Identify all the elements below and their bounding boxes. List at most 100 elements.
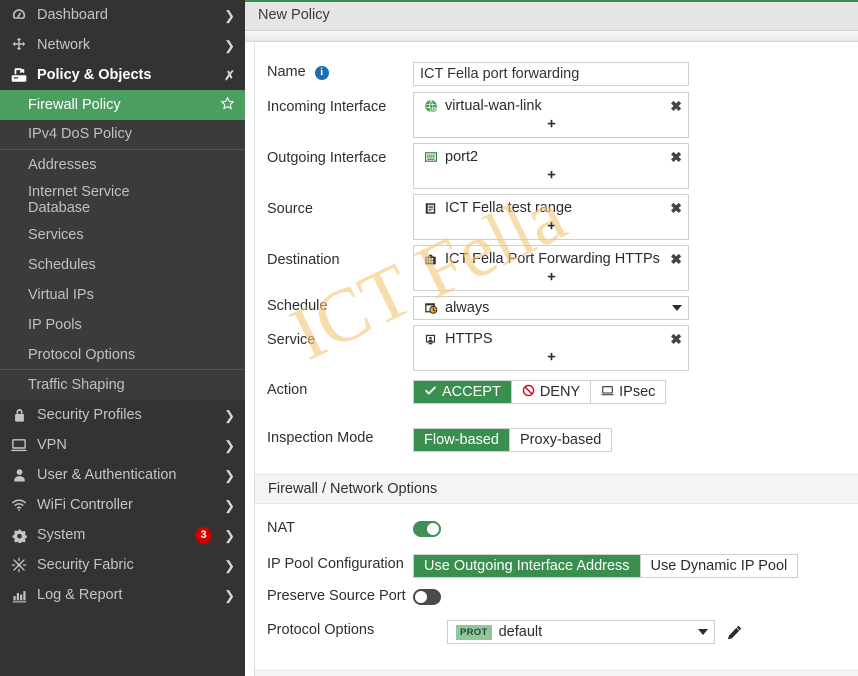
add-destination-button[interactable] xyxy=(414,270,688,290)
sidebar-item-log-report[interactable]: Log & Report ❯ xyxy=(0,580,245,610)
protocol-options-value: default xyxy=(498,624,543,640)
sidebar-item-system[interactable]: System 3 ❯ xyxy=(0,520,245,550)
schedule-dropdown[interactable]: always xyxy=(413,296,689,320)
chevron-down-icon[interactable] xyxy=(672,305,682,311)
gear-icon xyxy=(8,528,30,543)
sidebar-item-virtual-ips[interactable]: Virtual IPs xyxy=(0,280,245,311)
action-option-ipsec[interactable]: IPsec xyxy=(591,381,666,403)
protocol-options-dropdown[interactable]: PROT default xyxy=(447,620,715,644)
sidebar-item-services[interactable]: Services xyxy=(0,220,245,251)
selected-value-item: ICT Fella test range ✖ xyxy=(414,197,688,219)
source-selector[interactable]: ICT Fella test range ✖ xyxy=(413,194,689,240)
incoming-interface-selector[interactable]: virtual-wan-link ✖ xyxy=(413,92,689,138)
sidebar-item-ipv4-dos-policy[interactable]: IPv4 DoS Policy xyxy=(0,120,245,150)
name-input[interactable] xyxy=(413,62,689,86)
policy-objects-icon xyxy=(8,67,30,83)
field-row-ip-pool-configuration: IP Pool Configuration Use Outgoing Inter… xyxy=(255,554,858,578)
sidebar-item-user-authentication[interactable]: User & Authentication ❯ xyxy=(0,460,245,490)
field-row-destination: Destination ICT Fella Port Forwarding HT… xyxy=(255,245,858,291)
sidebar-item-firewall-policy[interactable]: Firewall Policy xyxy=(0,90,245,120)
field-label-name: Name i xyxy=(267,62,413,81)
page-title: New Policy xyxy=(258,7,330,23)
sidebar-item-policy-objects[interactable]: Policy & Objects ✗ xyxy=(0,60,245,90)
sidebar-item-protocol-options[interactable]: Protocol Options xyxy=(0,340,245,371)
ipsec-monitor-icon xyxy=(601,384,614,401)
inspection-mode-option-flow-based[interactable]: Flow-based xyxy=(414,429,510,451)
action-option-deny[interactable]: DENY xyxy=(511,381,592,403)
sidebar-item-internet-service-database[interactable]: Internet Service Database xyxy=(0,180,245,221)
check-icon xyxy=(424,384,437,401)
favorite-star-icon[interactable] xyxy=(220,96,235,115)
selected-value-text: virtual-wan-link xyxy=(445,98,542,114)
selected-value-text: ICT Fella Port Forwarding HTTPs xyxy=(445,251,660,267)
add-service-button[interactable] xyxy=(414,350,688,370)
field-label-nat: NAT xyxy=(267,520,295,536)
service-icon xyxy=(422,333,439,346)
sidebar: Dashboard ❯ Network ❯ Policy & Objects ✗ xyxy=(0,0,245,676)
chevron-down-icon[interactable] xyxy=(698,629,708,635)
outgoing-interface-selector[interactable]: port2 ✖ xyxy=(413,143,689,189)
chevron-right-icon: ❯ xyxy=(224,7,235,23)
security-fabric-icon xyxy=(8,557,30,573)
action-option-label: ACCEPT xyxy=(442,384,501,400)
sidebar-item-label: Virtual IPs xyxy=(28,287,94,304)
action-option-accept[interactable]: ACCEPT xyxy=(414,381,512,403)
sidebar-item-dashboard[interactable]: Dashboard ❯ xyxy=(0,0,245,30)
ip-pool-option-dynamic-ip-pool[interactable]: Use Dynamic IP Pool xyxy=(640,555,798,577)
sdwan-zone-icon xyxy=(422,99,439,113)
remove-icon[interactable]: ✖ xyxy=(665,252,682,266)
selected-value-item: HTTPS ✖ xyxy=(414,328,688,350)
sidebar-item-traffic-shaping[interactable]: Traffic Shaping xyxy=(0,370,245,401)
remove-icon[interactable]: ✖ xyxy=(665,332,682,346)
remove-icon[interactable]: ✖ xyxy=(665,150,682,164)
chevron-right-icon: ❯ xyxy=(224,497,235,513)
virtual-ip-icon xyxy=(422,253,439,266)
field-row-preserve-source-port: Preserve Source Port xyxy=(255,586,858,610)
ip-pool-option-label: Use Dynamic IP Pool xyxy=(650,558,788,574)
page-title-bar: New Policy xyxy=(245,0,858,31)
add-source-button[interactable] xyxy=(414,219,688,239)
chevron-right-icon: ❯ xyxy=(224,437,235,453)
sidebar-item-security-profiles[interactable]: Security Profiles ❯ xyxy=(0,400,245,430)
remove-icon[interactable]: ✖ xyxy=(665,201,682,215)
sidebar-item-label: Dashboard xyxy=(37,7,108,23)
preserve-source-port-toggle[interactable] xyxy=(412,589,441,605)
chevron-down-icon: ✗ xyxy=(224,67,235,83)
pencil-icon[interactable] xyxy=(726,624,743,641)
remove-icon[interactable]: ✖ xyxy=(665,99,682,113)
sidebar-item-security-fabric[interactable]: Security Fabric ❯ xyxy=(0,550,245,580)
chevron-right-icon: ❯ xyxy=(224,467,235,483)
add-incoming-interface-button[interactable] xyxy=(414,117,688,137)
service-selector[interactable]: HTTPS ✖ xyxy=(413,325,689,371)
selected-value-text: HTTPS xyxy=(445,331,493,347)
sidebar-item-schedules[interactable]: Schedules xyxy=(0,250,245,281)
fortigate-policy-screen: Dashboard ❯ Network ❯ Policy & Objects ✗ xyxy=(0,0,858,676)
chevron-right-icon: ❯ xyxy=(224,557,235,573)
field-label-protocol-options: Protocol Options xyxy=(267,622,375,638)
toolbar-strip xyxy=(245,31,858,42)
sidebar-item-network[interactable]: Network ❯ xyxy=(0,30,245,60)
ip-pool-option-outgoing-interface-address[interactable]: Use Outgoing Interface Address xyxy=(414,555,641,577)
sidebar-item-wifi-controller[interactable]: WiFi Controller ❯ xyxy=(0,490,245,520)
field-row-name: Name i xyxy=(255,62,858,86)
address-range-icon xyxy=(422,202,439,215)
info-icon[interactable]: i xyxy=(314,65,329,80)
sidebar-item-vpn[interactable]: VPN ❯ xyxy=(0,430,245,460)
inspection-mode-option-proxy-based[interactable]: Proxy-based xyxy=(509,429,612,451)
field-label-source: Source xyxy=(267,201,313,217)
field-label-ip-pool-configuration: IP Pool Configuration xyxy=(267,556,404,572)
main-panel: New Policy Name i Incoming Interface xyxy=(245,0,858,676)
action-segmented-control: ACCEPT DENY IPsec xyxy=(413,380,667,404)
ip-pool-option-label: Use Outgoing Interface Address xyxy=(424,558,630,574)
destination-selector[interactable]: ICT Fella Port Forwarding HTTPs ✖ xyxy=(413,245,689,291)
sidebar-item-label: IPv4 DoS Policy xyxy=(28,126,132,143)
field-label-service: Service xyxy=(267,332,316,348)
sidebar-item-label: VPN xyxy=(37,437,67,454)
system-alert-badge: 3 xyxy=(195,526,213,544)
sidebar-item-ip-pools[interactable]: IP Pools xyxy=(0,310,245,341)
nat-toggle[interactable] xyxy=(413,521,441,537)
add-outgoing-interface-button[interactable] xyxy=(414,168,688,188)
action-option-label: DENY xyxy=(539,384,581,400)
toggle-knob xyxy=(427,523,439,535)
sidebar-item-addresses[interactable]: Addresses xyxy=(0,150,245,180)
